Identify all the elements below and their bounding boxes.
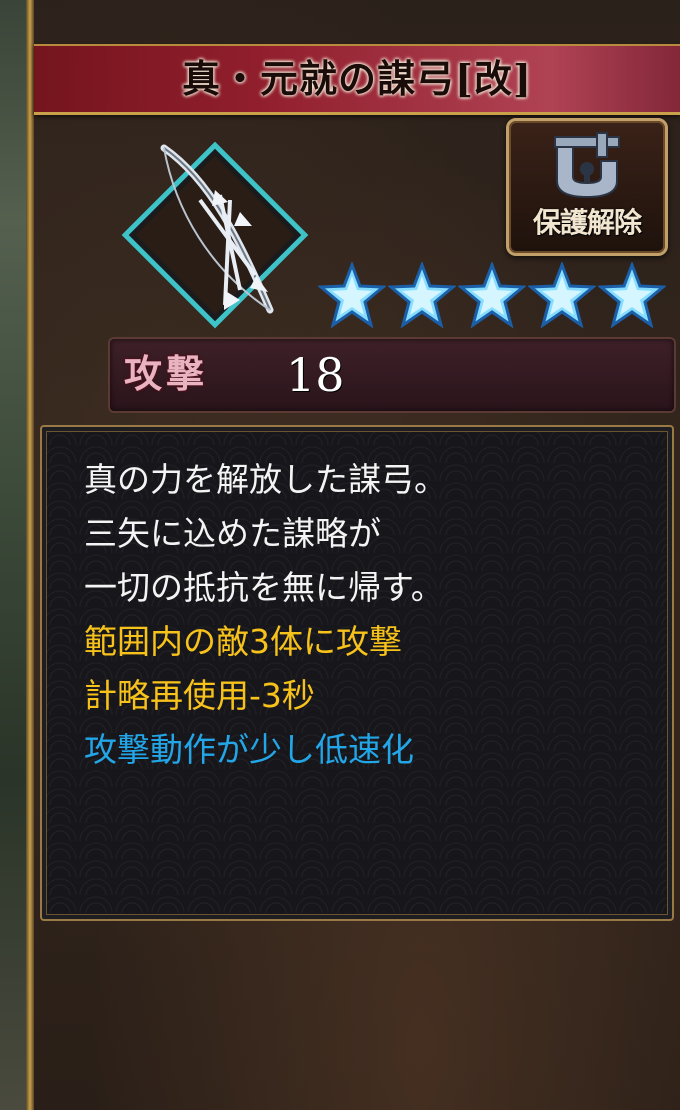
description-line: 一切の抵抗を無に帰す。 (84, 568, 444, 607)
star-icon (388, 262, 456, 329)
background-scenery (0, 0, 34, 1110)
star-icon (528, 262, 596, 329)
star-icon (318, 262, 386, 329)
unprotect-button[interactable]: 保護解除 (506, 118, 668, 256)
unprotect-label: 保護解除 (532, 206, 642, 239)
description-box: 真の力を解放した謀弓。 三矢に込めた謀略が 一切の抵抗を無に帰す。 範囲内の敵3… (40, 425, 674, 921)
bow-and-arrows-icon (120, 140, 310, 330)
star-icon (598, 262, 666, 329)
description-line: 真の力を解放した謀弓。 (84, 460, 447, 499)
padlock-icon (549, 131, 625, 201)
effect-line-speed: 攻撃動作が少し低速化 (84, 730, 414, 769)
stat-label: 攻撃 (124, 351, 209, 396)
effect-line-cooldown: 計略再使用-3秒 (84, 676, 315, 715)
item-title: 真・元就の謀弓[改] (182, 56, 532, 101)
star-icon (458, 262, 526, 329)
rarity-stars (318, 262, 668, 332)
effect-line-target: 範囲内の敵3体に攻撃 (84, 622, 402, 661)
stat-value: 18 (286, 348, 345, 402)
title-bar: 真・元就の謀弓[改] (34, 44, 680, 115)
attack-stat: 攻撃 18 (108, 337, 676, 413)
description-line: 三矢に込めた謀略が (84, 514, 381, 553)
